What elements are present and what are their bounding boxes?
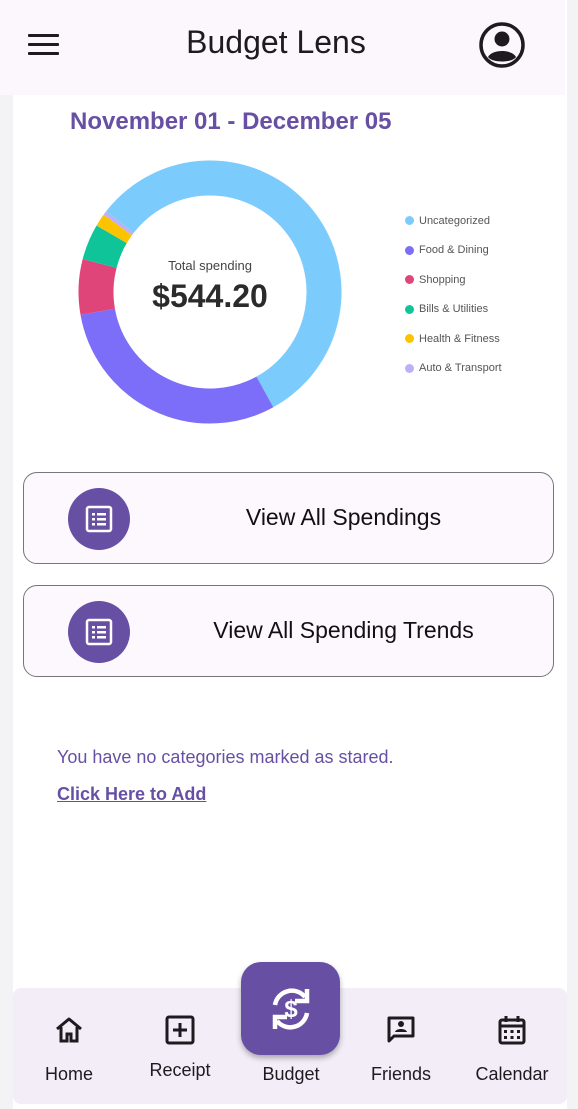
list-icon-circle xyxy=(68,601,130,663)
donut-slice-auto-transport xyxy=(103,211,134,236)
starred-empty-message: You have no categories marked as stared. xyxy=(57,747,394,767)
nav-item-receipt[interactable]: Receipt xyxy=(130,988,230,1104)
legend-label: Uncategorized xyxy=(419,214,490,227)
legend-dot xyxy=(405,304,414,314)
legend-item: Auto & Transport xyxy=(405,354,502,384)
donut-slice-shopping xyxy=(78,259,117,315)
view-all-spending-trends-label: View All Spending Trends xyxy=(213,617,474,643)
legend-dot xyxy=(405,334,414,344)
nav-label-receipt: Receipt xyxy=(149,1060,211,1080)
legend-item: Health & Fitness xyxy=(405,324,502,354)
legend-label: Food & Dining xyxy=(419,244,489,257)
legend-label: Health & Fitness xyxy=(419,332,500,345)
view-all-spendings-label: View All Spendings xyxy=(245,504,442,530)
legend-dot xyxy=(405,363,414,373)
budget-fab-button[interactable]: $ xyxy=(241,962,340,1055)
view-all-spendings-button[interactable]: View All Spendings xyxy=(23,472,554,564)
list-icon xyxy=(85,618,113,646)
legend-item: Uncategorized xyxy=(405,206,502,236)
view-all-spending-trends-button[interactable]: View All Spending Trends xyxy=(23,585,554,677)
nav-label-budget: Budget xyxy=(262,1064,320,1084)
legend-item: Food & Dining xyxy=(405,236,502,266)
add-box-icon xyxy=(165,1015,195,1045)
nav-label-friends: Friends xyxy=(370,1064,432,1084)
date-range[interactable]: November 01 - December 05 xyxy=(70,108,392,136)
list-icon-circle xyxy=(68,488,130,550)
legend-dot xyxy=(405,245,414,255)
legend-label: Bills & Utilities xyxy=(419,303,489,316)
account-icon[interactable] xyxy=(478,21,526,69)
total-spending-value: $544.20 xyxy=(152,278,268,314)
nav-item-friends[interactable]: Friends xyxy=(351,988,451,1104)
donut-slice-health-fitness xyxy=(96,214,133,244)
legend-dot xyxy=(405,216,414,226)
top-app-bar: Budget Lens xyxy=(0,0,565,95)
svg-text:$: $ xyxy=(284,996,298,1023)
currency-exchange-icon: $ xyxy=(272,987,309,1030)
home-icon xyxy=(56,1017,82,1043)
legend-item: Shopping xyxy=(405,265,502,295)
legend-item: Bills & Utilities xyxy=(405,295,502,325)
nav-item-calendar[interactable]: Calendar xyxy=(462,988,562,1104)
chat-icon xyxy=(387,1016,415,1043)
list-icon xyxy=(85,505,113,533)
legend-label: Auto & Transport xyxy=(419,362,502,375)
legend-label: Shopping xyxy=(419,273,466,286)
legend-dot xyxy=(405,275,414,285)
add-starred-link[interactable]: Click Here to Add xyxy=(57,784,206,805)
donut-slice-food-dining xyxy=(80,308,274,424)
chart-legend: Uncategorized Food & Dining Shopping Bil… xyxy=(405,206,502,383)
nav-label-home: Home xyxy=(44,1064,93,1084)
calendar-icon xyxy=(498,1016,526,1045)
nav-label-calendar: Calendar xyxy=(475,1064,549,1084)
nav-item-home[interactable]: Home xyxy=(19,988,119,1104)
total-spending-label: Total spending xyxy=(168,258,252,273)
